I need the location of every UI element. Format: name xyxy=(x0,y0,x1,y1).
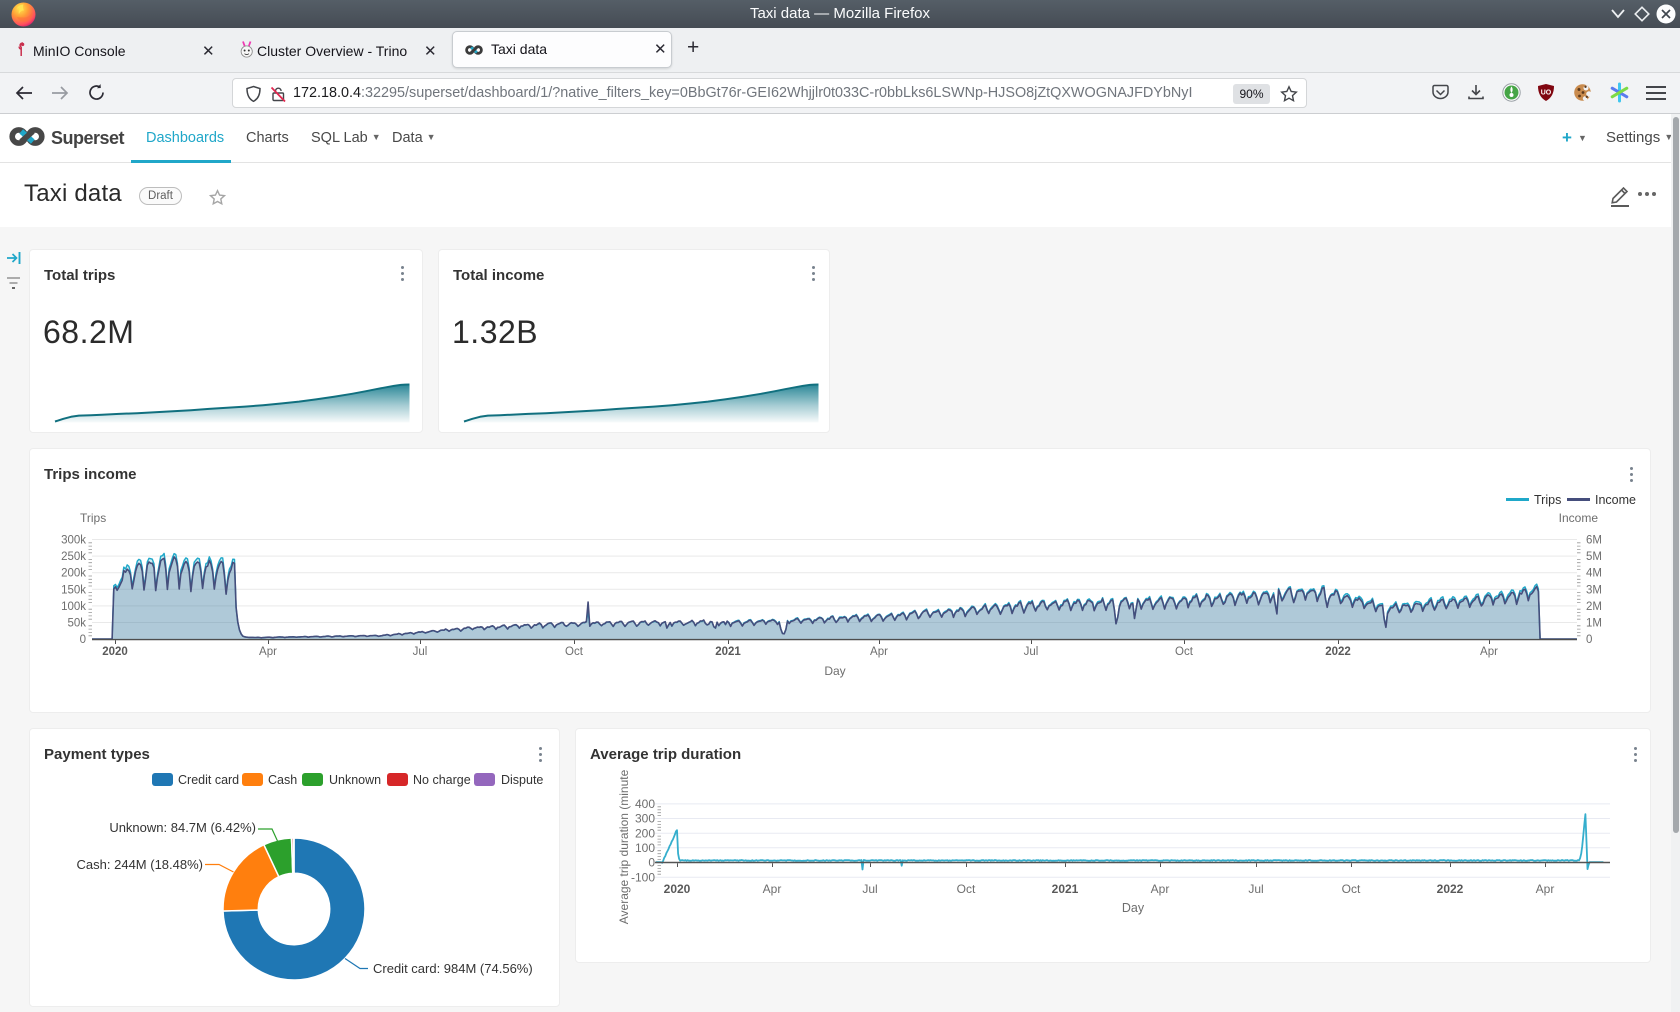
svg-text:50k: 50k xyxy=(67,618,86,630)
svg-text:Oct: Oct xyxy=(565,646,584,658)
svg-text:Income: Income xyxy=(1559,511,1599,525)
svg-text:No charge: No charge xyxy=(413,773,471,787)
svg-text:Apr: Apr xyxy=(1151,882,1170,896)
svg-text:250k: 250k xyxy=(61,551,86,563)
svg-text:Jul: Jul xyxy=(862,882,877,896)
svg-text:Apr: Apr xyxy=(1536,882,1555,896)
svg-text:Oct: Oct xyxy=(1342,882,1361,896)
svg-text:6M: 6M xyxy=(1586,535,1602,547)
svg-text:2020: 2020 xyxy=(664,882,691,896)
svg-text:1M: 1M xyxy=(1586,618,1602,630)
svg-text:2021: 2021 xyxy=(1052,882,1079,896)
svg-text:2022: 2022 xyxy=(1325,646,1351,658)
svg-text:200: 200 xyxy=(635,826,655,840)
svg-text:100: 100 xyxy=(635,841,655,855)
svg-text:100k: 100k xyxy=(61,601,86,613)
svg-text:3M: 3M xyxy=(1586,584,1602,596)
svg-text:Jul: Jul xyxy=(413,646,428,658)
svg-text:150k: 150k xyxy=(61,584,86,596)
svg-text:0: 0 xyxy=(80,634,86,646)
svg-text:400: 400 xyxy=(635,797,655,811)
svg-text:300k: 300k xyxy=(61,535,86,547)
svg-text:2020: 2020 xyxy=(102,646,128,658)
svg-text:Income: Income xyxy=(1595,493,1636,507)
svg-text:2M: 2M xyxy=(1586,601,1602,613)
svg-text:-100: -100 xyxy=(631,870,655,884)
svg-text:Apr: Apr xyxy=(259,646,277,658)
svg-text:Cash: 244M (18.48%): Cash: 244M (18.48%) xyxy=(77,857,203,872)
svg-text:Average trip duration (minute: Average trip duration (minute xyxy=(617,769,631,924)
svg-text:0: 0 xyxy=(648,856,655,870)
svg-text:Credit card: 984M (74.56%): Credit card: 984M (74.56%) xyxy=(373,961,533,976)
svg-text:300: 300 xyxy=(635,812,655,826)
svg-text:Oct: Oct xyxy=(1175,646,1194,658)
svg-text:Trips: Trips xyxy=(80,511,106,525)
svg-text:Apr: Apr xyxy=(763,882,782,896)
svg-text:5M: 5M xyxy=(1586,551,1602,563)
svg-text:Jul: Jul xyxy=(1248,882,1263,896)
svg-text:Day: Day xyxy=(1122,901,1145,915)
svg-text:Oct: Oct xyxy=(957,882,976,896)
svg-text:UO: UO xyxy=(1541,90,1552,97)
svg-text:Apr: Apr xyxy=(1480,646,1498,658)
svg-text:0: 0 xyxy=(1586,634,1592,646)
svg-text:200k: 200k xyxy=(61,568,86,580)
svg-text:Unknown: 84.7M (6.42%): Unknown: 84.7M (6.42%) xyxy=(109,820,256,835)
svg-text:2021: 2021 xyxy=(715,646,741,658)
svg-text:Trips: Trips xyxy=(1534,493,1561,507)
svg-text:2022: 2022 xyxy=(1437,882,1464,896)
svg-text:Jul: Jul xyxy=(1024,646,1039,658)
svg-text:Day: Day xyxy=(824,664,845,678)
svg-text:Credit card: Credit card xyxy=(178,773,239,787)
svg-text:4M: 4M xyxy=(1586,568,1602,580)
svg-text:Apr: Apr xyxy=(870,646,888,658)
svg-text:Dispute: Dispute xyxy=(501,773,543,787)
svg-text:Unknown: Unknown xyxy=(329,773,381,787)
svg-text:Cash: Cash xyxy=(268,773,297,787)
